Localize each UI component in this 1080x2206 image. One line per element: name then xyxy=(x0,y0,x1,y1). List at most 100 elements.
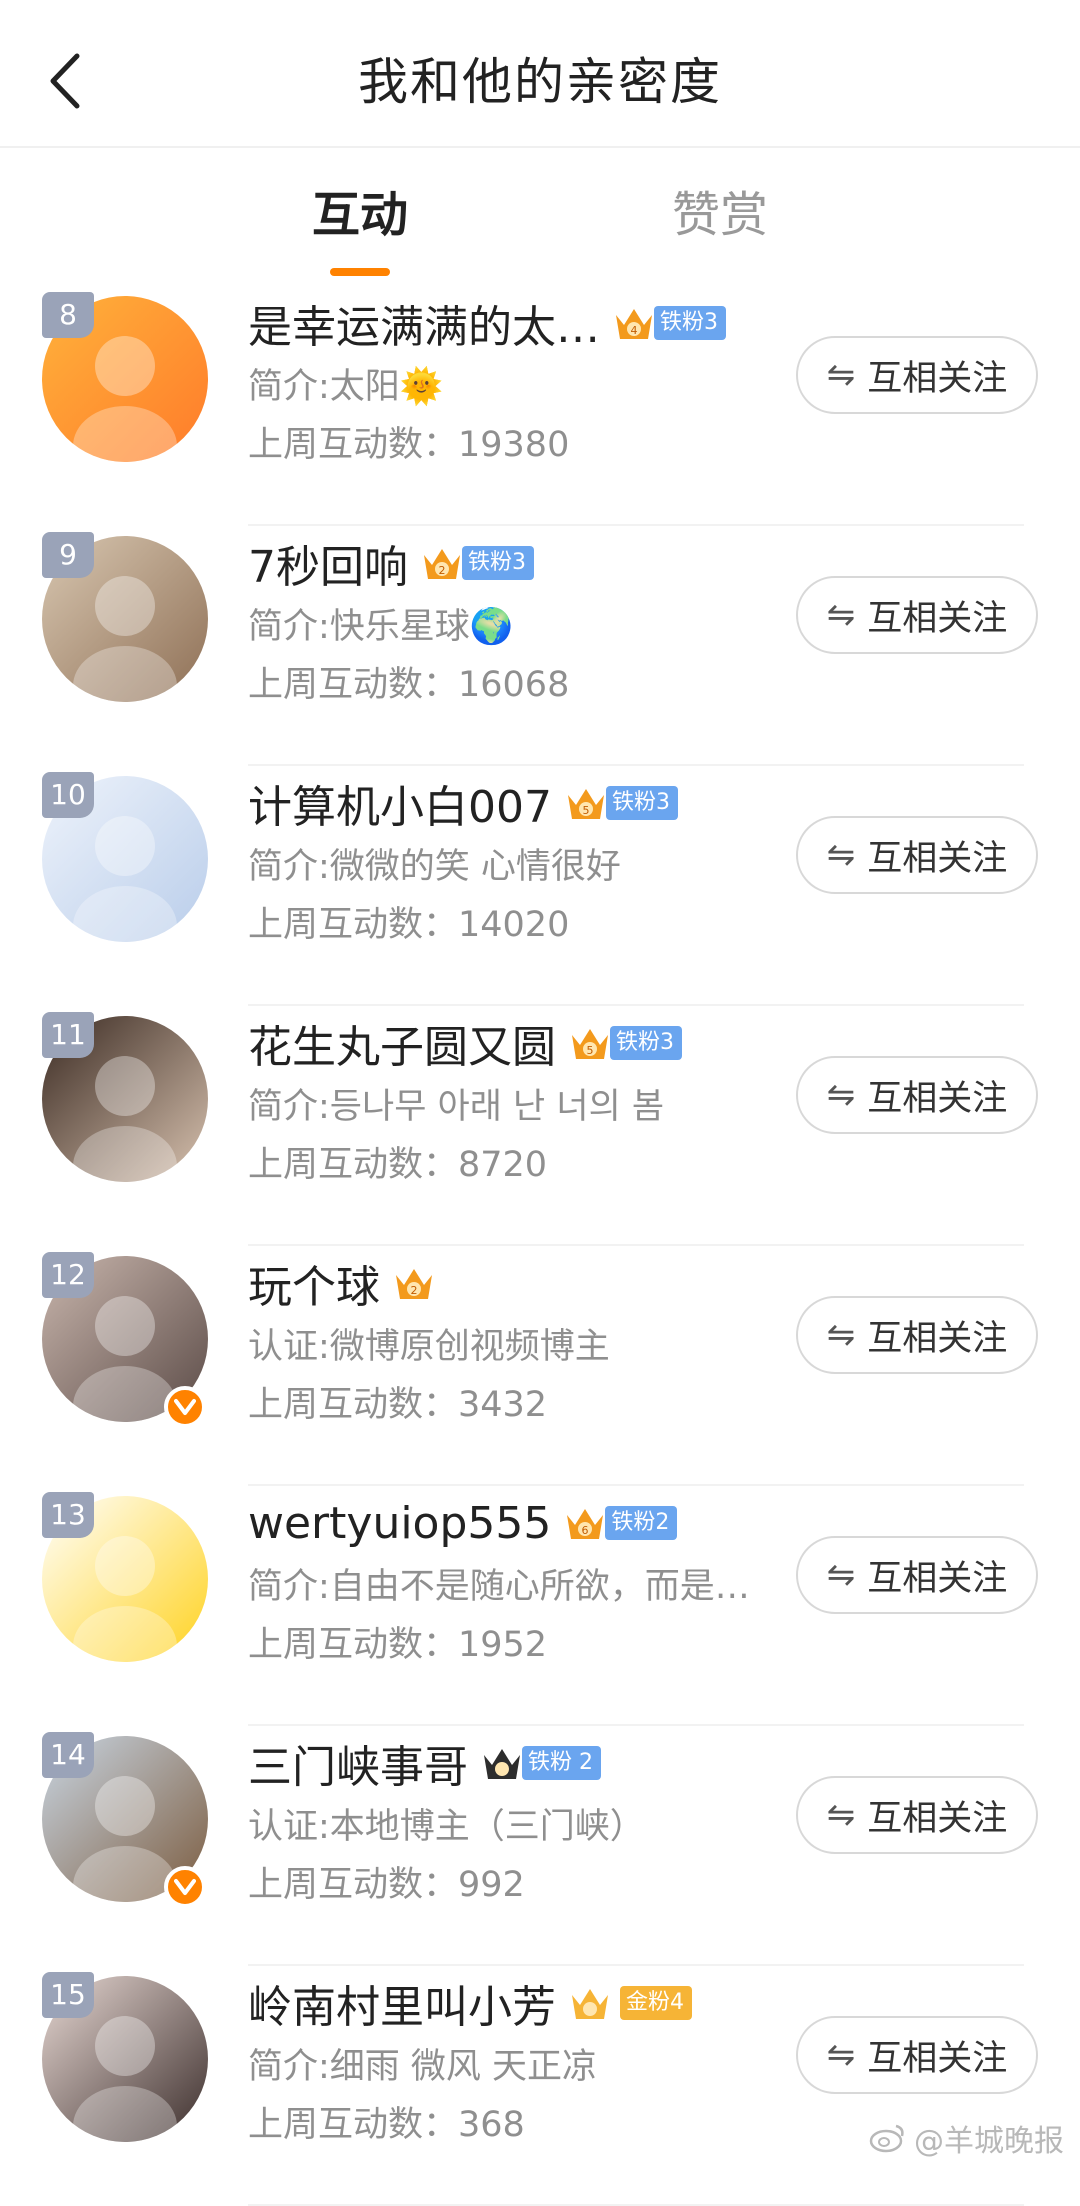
name-line: 是幸运满满的太… 4 铁粉3 xyxy=(248,288,808,358)
interaction-count: 上周互动数：19380 xyxy=(248,425,570,465)
user-bio: 认证:微博原创视频博主 xyxy=(248,1327,610,1367)
rank-badge: 15 xyxy=(42,1972,94,2018)
user-bio: 简介:등나무 아래 난 너의 봄 xyxy=(248,1087,665,1127)
user-bio: 简介:快乐星球🌍 xyxy=(248,607,514,647)
rank-badge: 10 xyxy=(42,772,94,818)
mutual-arrows-icon: ⇋ xyxy=(826,355,856,395)
mutual-follow-button[interactable]: ⇋ 互相关注 xyxy=(796,1536,1038,1614)
interaction-count: 上周互动数：3432 xyxy=(248,1385,548,1425)
crown-icon xyxy=(572,1989,608,2019)
user-bio: 简介:微微的笑 心情很好 xyxy=(248,847,621,887)
crown-icon: 6 xyxy=(567,1509,604,1539)
mutual-follow-button[interactable]: ⇋ 互相关注 xyxy=(796,336,1038,414)
user-name[interactable]: 是幸运满满的太… xyxy=(248,291,600,355)
user-name[interactable]: 玩个球 xyxy=(248,1251,380,1315)
svg-text:5: 5 xyxy=(582,804,589,817)
list-item[interactable]: 8 是幸运满满的太… 4 铁粉3 简介:太阳🌞 上周互动数：19380 ⇋ 互相… xyxy=(0,286,1080,526)
user-name[interactable]: 三门峡事哥 xyxy=(248,1731,468,1795)
mutual-arrows-icon: ⇋ xyxy=(826,1075,856,1115)
user-name[interactable]: 岭南村里叫小芳 xyxy=(248,1971,556,2035)
name-line: 玩个球 2 xyxy=(248,1248,808,1318)
fan-level-badge: 铁粉3 xyxy=(610,1026,682,1060)
user-info: 计算机小白007 5 铁粉3 简介:微微的笑 心情很好 上周互动数：14020 xyxy=(248,766,808,954)
name-line: 计算机小白007 5 铁粉3 xyxy=(248,768,808,838)
fan-level-badge: 铁粉2 xyxy=(605,1506,678,1540)
fan-level-badge: 金粉4 xyxy=(620,1986,692,2020)
mutual-arrows-icon: ⇋ xyxy=(826,1315,856,1355)
interaction-count: 上周互动数：992 xyxy=(248,1865,525,1905)
list-item[interactable]: 15 岭南村里叫小芳 金粉4 简介:细雨 微风 天正凉 上周互动数：368 ⇋ … xyxy=(0,1966,1080,2206)
list-item[interactable]: 13 wertyuiop555 6 铁粉2 简介:自由不是随心所欲，而是… 上周… xyxy=(0,1486,1080,1726)
interaction-count: 上周互动数：1952 xyxy=(248,1625,548,1665)
weibo-logo-icon xyxy=(869,2124,904,2153)
rank-badge: 14 xyxy=(42,1732,94,1778)
svg-text:5: 5 xyxy=(587,1044,594,1057)
follow-label: 互相关注 xyxy=(867,1798,1008,1839)
interaction-count: 上周互动数：8720 xyxy=(248,1145,548,1185)
mutual-arrows-icon: ⇋ xyxy=(826,1795,856,1835)
mutual-follow-button[interactable]: ⇋ 互相关注 xyxy=(796,816,1038,894)
mutual-follow-button[interactable]: ⇋ 互相关注 xyxy=(796,1056,1038,1134)
user-name[interactable]: wertyuiop555 xyxy=(248,1498,551,1549)
mutual-follow-button[interactable]: ⇋ 互相关注 xyxy=(796,2016,1038,2094)
tab-interaction[interactable]: 互动 xyxy=(250,182,470,248)
list-item[interactable]: 11 花生丸子圆又圆 5 铁粉3 简介:등나무 아래 난 너의 봄 上周互动数：… xyxy=(0,1006,1080,1246)
crown-icon: 4 xyxy=(616,309,652,339)
list-item[interactable]: 14 三门峡事哥 铁粉 2 认证:本地博主（三门峡） 上周互动数：992 ⇋ 互… xyxy=(0,1726,1080,1966)
rank-badge: 9 xyxy=(42,532,94,578)
tab-reward[interactable]: 赞赏 xyxy=(610,182,830,248)
user-info: 三门峡事哥 铁粉 2 认证:本地博主（三门峡） 上周互动数：992 xyxy=(248,1726,808,1914)
fan-level-badge: 铁粉3 xyxy=(654,306,726,340)
crown-icon: 2 xyxy=(424,549,460,579)
user-list: 8 是幸运满满的太… 4 铁粉3 简介:太阳🌞 上周互动数：19380 ⇋ 互相… xyxy=(0,286,1080,2206)
verified-badge-icon xyxy=(164,1386,206,1428)
name-line: wertyuiop555 6 铁粉2 xyxy=(248,1488,808,1558)
crown-icon: 5 xyxy=(572,1029,608,1059)
watermark-text: @羊城晚报 xyxy=(914,2124,1064,2159)
svg-text:2: 2 xyxy=(439,564,446,577)
rank-badge: 12 xyxy=(42,1252,94,1298)
nav-header: 我和他的亲密度 xyxy=(0,0,1080,148)
user-bio: 简介:自由不是随心所欲，而是… xyxy=(248,1567,750,1607)
rank-badge: 8 xyxy=(42,292,94,338)
list-item[interactable]: 9 7秒回响 2 铁粉3 简介:快乐星球🌍 上周互动数：16068 ⇋ 互相关注 xyxy=(0,526,1080,766)
user-name[interactable]: 7秒回响 xyxy=(248,531,408,595)
interaction-count: 上周互动数：14020 xyxy=(248,905,570,945)
user-info: 玩个球 2 认证:微博原创视频博主 上周互动数：3432 xyxy=(248,1246,808,1434)
mutual-follow-button[interactable]: ⇋ 互相关注 xyxy=(796,1776,1038,1854)
rank-badge: 11 xyxy=(42,1012,94,1058)
name-line: 三门峡事哥 铁粉 2 xyxy=(248,1728,808,1798)
name-line: 岭南村里叫小芳 金粉4 xyxy=(248,1968,808,2038)
user-name[interactable]: 计算机小白007 xyxy=(248,771,552,835)
user-bio: 简介:太阳🌞 xyxy=(248,367,444,407)
svg-text:4: 4 xyxy=(631,324,638,337)
user-info: wertyuiop555 6 铁粉2 简介:自由不是随心所欲，而是… 上周互动数… xyxy=(248,1486,808,1674)
crown-icon xyxy=(484,1749,520,1779)
list-item[interactable]: 10 计算机小白007 5 铁粉3 简介:微微的笑 心情很好 上周互动数：140… xyxy=(0,766,1080,1006)
watermark: @羊城晚报 xyxy=(868,2116,1064,2160)
fan-level-badge: 铁粉 2 xyxy=(522,1746,601,1780)
user-name[interactable]: 花生丸子圆又圆 xyxy=(248,1011,556,1075)
fan-level-badge: 铁粉3 xyxy=(462,546,534,580)
list-item[interactable]: 12 玩个球 2 认证:微博原创视频博主 上周互动数：3432 ⇋ 互相关注 xyxy=(0,1246,1080,1486)
user-info: 岭南村里叫小芳 金粉4 简介:细雨 微风 天正凉 上周互动数：368 xyxy=(248,1966,808,2154)
mutual-follow-button[interactable]: ⇋ 互相关注 xyxy=(796,1296,1038,1374)
follow-label: 互相关注 xyxy=(867,598,1008,639)
follow-label: 互相关注 xyxy=(867,2038,1008,2079)
fan-level-badge: 铁粉3 xyxy=(605,786,678,820)
mutual-arrows-icon: ⇋ xyxy=(826,595,856,635)
mutual-arrows-icon: ⇋ xyxy=(826,1555,856,1595)
mutual-follow-button[interactable]: ⇋ 互相关注 xyxy=(796,576,1038,654)
user-bio: 简介:细雨 微风 天正凉 xyxy=(248,2047,598,2087)
follow-label: 互相关注 xyxy=(867,358,1008,399)
active-tab-indicator xyxy=(330,268,390,276)
follow-label: 互相关注 xyxy=(867,1078,1008,1119)
tab-bar: 互动 赞赏 xyxy=(0,146,1080,286)
verified-badge-icon xyxy=(164,1866,206,1908)
follow-label: 互相关注 xyxy=(867,1318,1008,1359)
rank-badge: 13 xyxy=(42,1492,94,1538)
name-line: 7秒回响 2 铁粉3 xyxy=(248,528,808,598)
mutual-arrows-icon: ⇋ xyxy=(826,835,856,875)
follow-label: 互相关注 xyxy=(867,838,1008,879)
user-info: 7秒回响 2 铁粉3 简介:快乐星球🌍 上周互动数：16068 xyxy=(248,526,808,714)
